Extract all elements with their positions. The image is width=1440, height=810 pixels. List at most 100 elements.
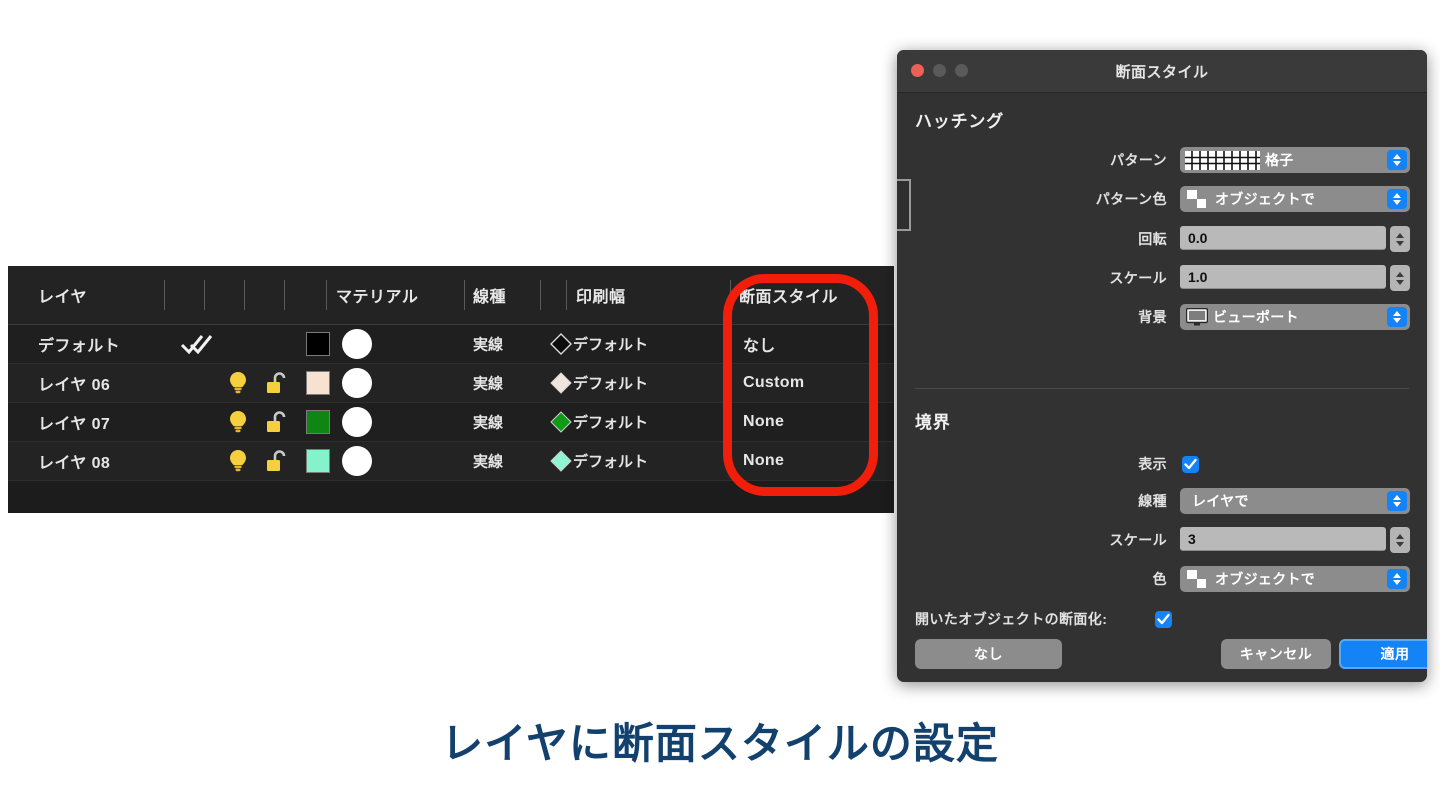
chevron-updown-icon[interactable]	[1387, 569, 1407, 589]
hatching-section-title: ハッチング	[915, 112, 1004, 131]
layer-section-style[interactable]: None	[743, 413, 784, 431]
layer-name[interactable]: レイヤ 06	[38, 371, 110, 395]
pattern-color-row: パターン色 オブジェクトで	[897, 186, 1427, 212]
column-divider[interactable]	[164, 280, 165, 310]
table-row[interactable]: レイヤ 06 実線 デフォルト Custom	[8, 364, 894, 403]
border-color-select[interactable]: オブジェクトで	[1180, 566, 1410, 592]
material-circle-icon[interactable]	[342, 329, 372, 359]
rotation-input[interactable]: 0.0	[1180, 226, 1386, 250]
border-color-label: 色	[1152, 571, 1167, 587]
printwidth-diamond-icon[interactable]	[550, 450, 572, 472]
material-circle-icon[interactable]	[342, 446, 372, 476]
column-header-material[interactable]: マテリアル	[336, 283, 418, 307]
chevron-updown-icon[interactable]	[1387, 150, 1407, 170]
column-header-linetype[interactable]: 線種	[473, 283, 506, 307]
border-linetype-row: 線種 レイヤで	[897, 488, 1427, 514]
table-row[interactable]: レイヤ 07 実線 デフォルト None	[8, 403, 894, 442]
column-divider[interactable]	[326, 280, 327, 310]
layer-color-swatch[interactable]	[306, 410, 330, 434]
object-color-icon	[1186, 569, 1210, 589]
layer-linetype[interactable]: 実線	[473, 373, 503, 394]
hatch-scale-stepper[interactable]	[1390, 265, 1410, 291]
layer-section-style[interactable]: Custom	[743, 374, 804, 392]
material-circle-icon[interactable]	[342, 368, 372, 398]
layer-color-swatch[interactable]	[306, 332, 330, 356]
column-header-sectionstyle[interactable]: 断面スタイル	[739, 283, 838, 307]
border-show-label: 表示	[1138, 456, 1167, 472]
layer-printwidth[interactable]: デフォルト	[573, 451, 648, 472]
material-circle-icon[interactable]	[342, 407, 372, 437]
apply-button[interactable]: 適用	[1339, 639, 1427, 669]
column-divider[interactable]	[730, 280, 731, 310]
dialog-title: 断面スタイル	[1115, 64, 1209, 81]
column-divider[interactable]	[284, 280, 285, 310]
chevron-updown-icon[interactable]	[1387, 491, 1407, 511]
column-divider[interactable]	[464, 280, 465, 310]
layer-linetype[interactable]: 実線	[473, 451, 503, 472]
grid-pattern-icon	[1185, 150, 1260, 170]
layer-name[interactable]: レイヤ 07	[38, 410, 110, 434]
column-divider[interactable]	[540, 280, 541, 310]
border-color-value: オブジェクトで	[1215, 571, 1316, 587]
background-row: 背景 ビューポート	[897, 304, 1427, 330]
background-value: ビューポート	[1213, 309, 1299, 325]
open-object-checkbox[interactable]	[1155, 611, 1172, 628]
dialog-body: ハッチング パターン 格子 パターン色 オブジェクトで 回転 0.0 スケール …	[897, 93, 1427, 682]
rotation-stepper[interactable]	[1390, 226, 1410, 252]
lightbulb-icon[interactable]	[228, 449, 248, 473]
none-button[interactable]: なし	[915, 639, 1062, 669]
chevron-updown-icon[interactable]	[1387, 307, 1407, 327]
layer-linetype[interactable]: 実線	[473, 412, 503, 433]
layer-section-style[interactable]: なし	[743, 332, 776, 356]
border-color-row: 色 オブジェクトで	[897, 566, 1427, 592]
layer-section-style[interactable]: None	[743, 452, 784, 470]
unlock-icon[interactable]	[266, 371, 288, 395]
pattern-select[interactable]: 格子	[1180, 147, 1410, 173]
column-header-printwidth[interactable]: 印刷幅	[576, 283, 626, 307]
layer-color-swatch[interactable]	[306, 449, 330, 473]
layer-color-swatch[interactable]	[306, 371, 330, 395]
rotation-label: 回転	[1138, 231, 1167, 247]
pattern-color-select[interactable]: オブジェクトで	[1180, 186, 1410, 212]
cancel-button[interactable]: キャンセル	[1221, 639, 1331, 669]
layer-name[interactable]: レイヤ 08	[38, 449, 110, 473]
background-select[interactable]: ビューポート	[1180, 304, 1410, 330]
rotation-value: 0.0	[1188, 229, 1208, 246]
check-icon[interactable]	[180, 333, 214, 355]
printwidth-diamond-icon[interactable]	[550, 333, 572, 355]
border-linetype-label: 線種	[1138, 493, 1167, 509]
section-style-dialog: 断面スタイル ハッチング パターン 格子 パターン色 オブジェクトで 回転 0.…	[897, 50, 1427, 682]
border-show-row: 表示	[897, 451, 1427, 477]
column-divider[interactable]	[204, 280, 205, 310]
unlock-icon[interactable]	[266, 410, 288, 434]
column-header-layer[interactable]: レイヤ	[38, 283, 87, 307]
table-row[interactable]: レイヤ 08 実線 デフォルト None	[8, 442, 894, 481]
layer-name[interactable]: デフォルト	[38, 332, 120, 356]
border-scale-label: スケール	[1109, 532, 1167, 548]
pattern-color-label: パターン色	[1095, 191, 1167, 207]
border-show-checkbox[interactable]	[1182, 456, 1199, 473]
table-row[interactable]: デフォルト 実線 デフォルト なし	[8, 325, 894, 364]
layer-printwidth[interactable]: デフォルト	[573, 412, 648, 433]
layer-printwidth[interactable]: デフォルト	[573, 373, 648, 394]
rotation-row: 回転 0.0	[897, 226, 1427, 252]
column-divider[interactable]	[566, 280, 567, 310]
lightbulb-icon[interactable]	[228, 371, 248, 395]
pattern-row: パターン 格子	[897, 147, 1427, 173]
border-scale-input[interactable]: 3	[1180, 527, 1386, 551]
dialog-titlebar[interactable]: 断面スタイル	[897, 50, 1427, 93]
border-scale-stepper[interactable]	[1390, 527, 1410, 553]
column-divider[interactable]	[244, 280, 245, 310]
open-object-label: 開いたオブジェクトの断面化:	[915, 611, 1108, 627]
layer-linetype[interactable]: 実線	[473, 334, 503, 355]
background-label: 背景	[1138, 309, 1167, 325]
unlock-icon[interactable]	[266, 449, 288, 473]
printwidth-diamond-icon[interactable]	[550, 372, 572, 394]
printwidth-diamond-icon[interactable]	[550, 411, 572, 433]
layer-printwidth[interactable]: デフォルト	[573, 334, 648, 355]
border-linetype-select[interactable]: レイヤで	[1180, 488, 1410, 514]
lightbulb-icon[interactable]	[228, 410, 248, 434]
hatch-scale-input[interactable]: 1.0	[1180, 265, 1386, 289]
chevron-updown-icon[interactable]	[1387, 189, 1407, 209]
hatch-scale-row: スケール 1.0	[897, 265, 1427, 291]
